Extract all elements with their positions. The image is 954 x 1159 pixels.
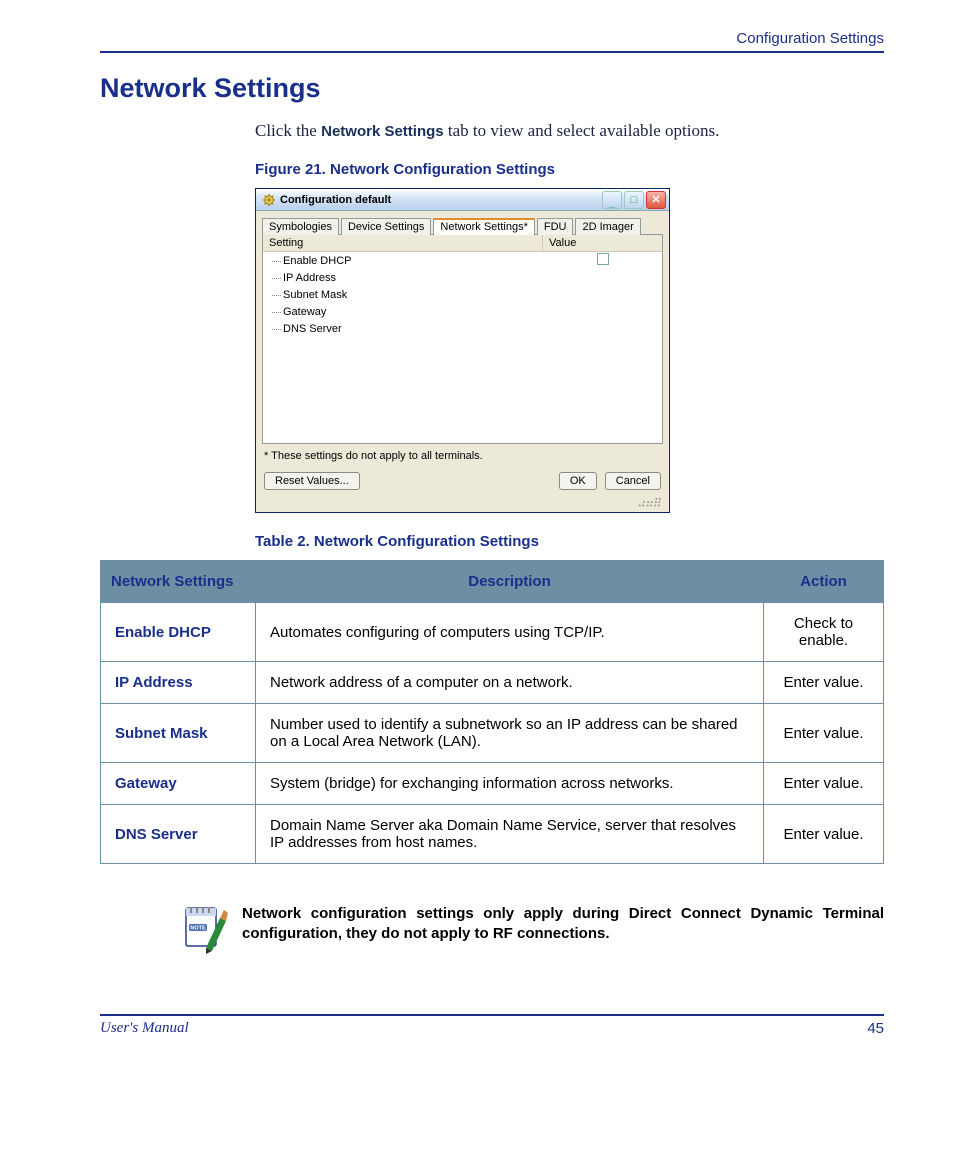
cell-setting: Gateway [101,763,256,805]
th-setting: Network Settings [101,561,256,603]
tree-row[interactable]: Subnet Mask [263,286,662,303]
minimize-button[interactable]: _ [602,191,622,209]
cell-setting: Subnet Mask [101,704,256,763]
table-row: Subnet Mask Number used to identify a su… [101,704,884,763]
th-description: Description [256,561,764,603]
page-number: 45 [867,1020,884,1037]
cell-action: Check to enable. [764,603,884,662]
table-row: Gateway System (bridge) for exchanging i… [101,763,884,805]
reset-values-button[interactable]: Reset Values... [264,472,360,490]
tree-row[interactable]: DNS Server [263,320,662,337]
intro-bold: Network Settings [321,123,444,140]
tree-row[interactable]: IP Address [263,269,662,286]
dialog-footnote: * These settings do not apply to all ter… [264,450,661,462]
cell-setting: DNS Server [101,805,256,864]
cell-action: Enter value. [764,662,884,704]
table-row: IP Address Network address of a computer… [101,662,884,704]
tab-symbologies[interactable]: Symbologies [262,218,339,235]
note-icon: NOTE [180,904,230,954]
ok-button[interactable]: OK [559,472,597,490]
close-button[interactable]: ✕ [646,191,666,209]
col-header-setting[interactable]: Setting [263,235,543,251]
tab-fdu[interactable]: FDU [537,218,574,235]
cell-description: System (bridge) for exchanging informati… [256,763,764,805]
note-block: NOTE Network configuration settings only… [180,904,884,954]
cell-description: Automates configuring of computers using… [256,603,764,662]
cell-setting: IP Address [101,662,256,704]
gear-icon [262,193,276,207]
table-row: DNS Server Domain Name Server aka Domain… [101,805,884,864]
tree-row-label: Gateway [263,306,543,318]
cell-description: Network address of a computer on a netwo… [256,662,764,704]
maximize-button[interactable]: □ [624,191,644,209]
tree-row[interactable]: Gateway [263,303,662,320]
cell-action: Enter value. [764,805,884,864]
cell-action: Enter value. [764,704,884,763]
config-dialog: Configuration default _ □ ✕ Symbologies … [255,188,670,513]
intro-prefix: Click the [255,121,321,140]
cell-action: Enter value. [764,763,884,805]
cell-setting: Enable DHCP [101,603,256,662]
table-caption: Table 2. Network Configuration Settings [255,533,884,550]
footer-left: User's Manual [100,1020,189,1037]
dialog-tabs: Symbologies Device Settings Network Sett… [262,217,663,234]
resize-grip-icon[interactable]: ⣠⣤⣶ [262,496,663,506]
settings-table: Network Settings Description Action Enab… [100,560,884,864]
settings-tree[interactable]: Setting Value Enable DHCP IP Address Sub… [262,234,663,444]
svg-text:NOTE: NOTE [190,926,206,932]
dialog-title: Configuration default [280,194,391,206]
footer-rule [100,1014,884,1016]
cell-description: Number used to identify a subnetwork so … [256,704,764,763]
tree-row-label: DNS Server [263,323,543,335]
tree-row[interactable]: Enable DHCP [263,252,662,269]
tree-row-label: IP Address [263,272,543,284]
table-row: Enable DHCP Automates configuring of com… [101,603,884,662]
tree-row-label: Subnet Mask [263,289,543,301]
tab-2d-imager[interactable]: 2D Imager [575,218,640,235]
page-title: Network Settings [100,73,884,104]
col-header-value[interactable]: Value [543,235,662,251]
cancel-button[interactable]: Cancel [605,472,661,490]
header-breadcrumb: Configuration Settings [100,30,884,51]
note-text: Network configuration settings only appl… [242,904,884,945]
tree-row-label: Enable DHCP [263,255,543,267]
enable-dhcp-checkbox[interactable] [597,253,609,265]
cell-description: Domain Name Server aka Domain Name Servi… [256,805,764,864]
tab-device-settings[interactable]: Device Settings [341,218,431,235]
intro-paragraph: Click the Network Settings tab to view a… [255,121,884,141]
header-rule [100,51,884,53]
tab-network-settings[interactable]: Network Settings* [433,218,534,235]
figure-caption: Figure 21. Network Configuration Setting… [255,161,884,178]
dialog-titlebar[interactable]: Configuration default _ □ ✕ [256,189,669,211]
th-action: Action [764,561,884,603]
intro-suffix: tab to view and select available options… [444,121,720,140]
